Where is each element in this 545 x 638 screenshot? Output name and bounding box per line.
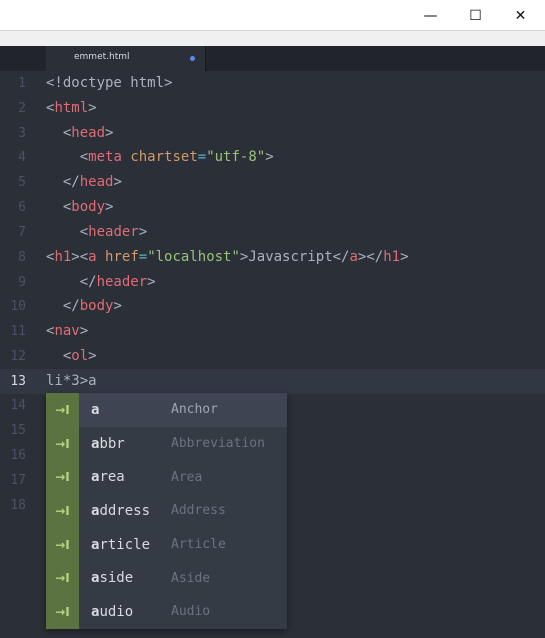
line-number: 8 <box>18 250 26 265</box>
close-button[interactable]: ✕ <box>498 0 543 31</box>
suggestion-description: Area <box>171 469 203 485</box>
code-line-header-open: <header> <box>46 224 148 240</box>
suggestion-text: a rea <box>91 469 125 486</box>
line-number: 12 <box>10 349 26 364</box>
code-line-doctype: <!doctype html> <box>46 75 173 91</box>
line-number: 5 <box>18 175 26 190</box>
suggestion-text: a rticle <box>91 536 151 553</box>
code-line-head-open: <head> <box>46 125 114 141</box>
window-menu-strip <box>0 31 545 46</box>
minimize-icon: — <box>423 7 438 24</box>
line-number: 15 <box>10 423 26 438</box>
snippet-icon: →I <box>46 393 79 427</box>
autocomplete-popup: →I a Anchor →I a bbr Abbreviation →I a rea… <box>46 393 287 629</box>
suggestion-text: a <box>91 401 100 418</box>
autocomplete-item[interactable]: →I a bbr Abbreviation <box>46 426 287 461</box>
suggestion-description: Audio <box>171 604 211 620</box>
line-number: 18 <box>10 498 26 513</box>
suggestion-description: Article <box>171 537 226 553</box>
code-line-html-open: <html> <box>46 100 97 116</box>
line-number: 1 <box>18 76 26 91</box>
suggestion-description: Address <box>171 503 226 519</box>
suggestion-text: a side <box>91 570 134 587</box>
snippet-icon: →I <box>46 595 79 629</box>
code-editor[interactable]: 1 2 3 4 5 6 7 8 9 10 11 12 13 14 15 16 1… <box>0 71 545 638</box>
suggestion-description: Aside <box>171 570 211 586</box>
autocomplete-item[interactable]: →I a rea Area <box>46 460 287 495</box>
code-line-nav-open: <nav> <box>46 323 89 339</box>
tab-title: emmet.html <box>74 52 130 62</box>
window-titlebar: — ☐ ✕ <box>0 0 545 31</box>
autocomplete-item[interactable]: →I a ddress Address <box>46 494 287 528</box>
maximize-button[interactable]: ☐ <box>453 0 498 31</box>
line-number: 17 <box>10 473 26 488</box>
line-number: 7 <box>18 225 26 240</box>
suggestion-text: a bbr <box>91 435 125 452</box>
code-line-h1: <h1><a href="localhost">Javascript</a></… <box>46 249 409 265</box>
tab-bar: emmet.html <box>0 46 545 71</box>
autocomplete-item[interactable]: →I a rticle Article <box>46 527 287 562</box>
autocomplete-item[interactable]: →I a udio Audio <box>46 595 287 629</box>
suggestion-text: a ddress <box>91 502 151 519</box>
autocomplete-item[interactable]: →I a side Aside <box>46 561 287 596</box>
line-number: 6 <box>18 200 26 215</box>
line-number: 9 <box>18 275 26 290</box>
line-number-active: 13 <box>10 374 26 389</box>
snippet-icon: →I <box>46 561 79 596</box>
line-number: 3 <box>18 126 26 141</box>
code-line-body-open: <body> <box>46 199 114 215</box>
snippet-icon: →I <box>46 426 79 461</box>
line-number: 11 <box>10 324 26 339</box>
autocomplete-item[interactable]: →I a Anchor <box>46 393 287 427</box>
snippet-icon: →I <box>46 460 79 495</box>
maximize-icon: ☐ <box>469 7 482 24</box>
snippet-icon: →I <box>46 527 79 562</box>
code-line-head-close: </head> <box>46 174 122 190</box>
code-line-meta: <meta chartset="utf-8"> <box>46 149 274 165</box>
line-number: 2 <box>18 101 26 116</box>
suggestion-description: Abbreviation <box>171 436 265 452</box>
line-number: 4 <box>18 150 26 165</box>
line-number: 16 <box>10 448 26 463</box>
minimize-button[interactable]: — <box>408 0 453 31</box>
close-icon: ✕ <box>514 7 527 24</box>
line-number: 14 <box>10 398 26 413</box>
modified-indicator-icon[interactable] <box>190 56 195 61</box>
line-number: 10 <box>10 299 26 314</box>
suggestion-description: Anchor <box>171 402 218 418</box>
tab-emmet-html[interactable]: emmet.html <box>46 46 206 71</box>
suggestion-text: a udio <box>91 603 134 620</box>
snippet-icon: →I <box>46 494 79 528</box>
code-line-header-close: </header> <box>46 274 156 290</box>
code-line-current-input[interactable]: li*3>a <box>46 369 97 394</box>
code-line-body-close: </body> <box>46 298 122 314</box>
code-line-ol-open: <ol> <box>46 348 97 364</box>
